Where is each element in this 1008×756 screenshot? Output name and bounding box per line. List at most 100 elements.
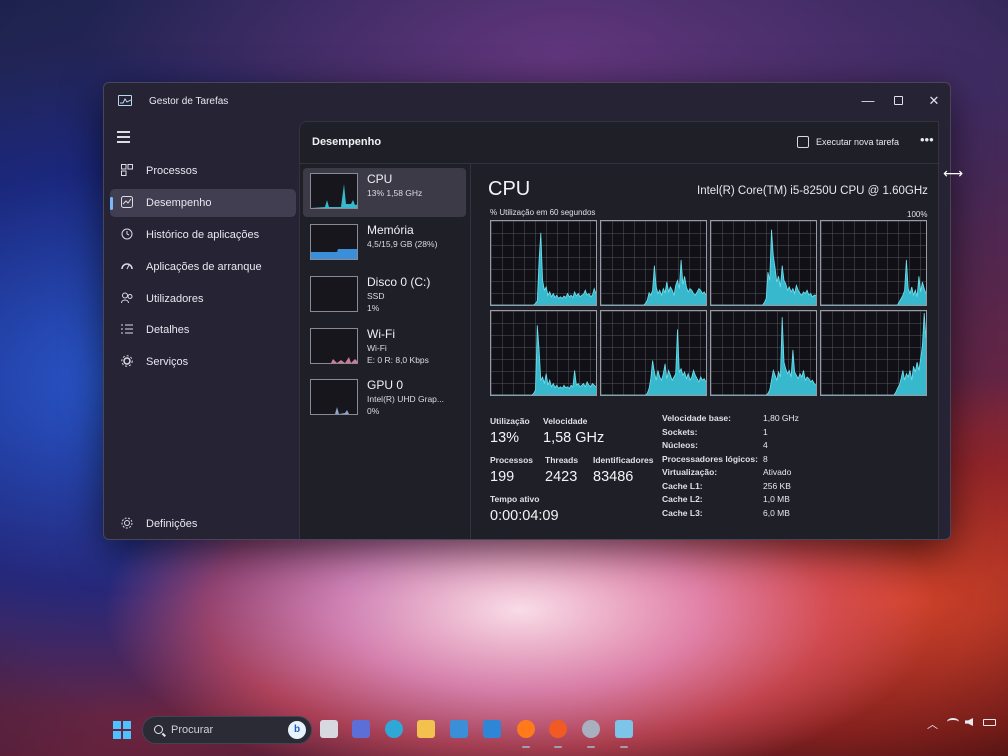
core-utilization-plot [491,232,596,305]
core-utilization-area [821,259,926,305]
services-cog-icon [120,355,134,369]
sidebar-item-desempenho[interactable]: Desempenho [110,189,296,217]
cpu-model: Intel(R) Core(TM) i5-8250U CPU @ 1.60GHz [697,185,928,197]
mail-icon[interactable] [479,716,505,742]
hamburger-menu-icon[interactable] [117,131,133,145]
minimize-icon[interactable]: — [857,92,879,110]
more-options-button[interactable]: ••• [920,132,934,147]
taskbar-search[interactable]: Procurar b [142,716,312,744]
spec-value: 4 [763,440,768,450]
resource-item-wifi[interactable]: Wi-Fi Wi-Fi E: 0 R: 8,0 Kbps [303,323,466,372]
wifi-thumbnail-graph [310,328,358,364]
resource-item-cpu[interactable]: CPU 13% 1,58 GHz [303,168,466,217]
sidebar-item-servicos[interactable]: Serviços [110,348,296,376]
sidebar-item-label: Detalhes [146,324,190,336]
handles-label: Identificadores [593,455,654,465]
resource-detail: 4,5/15,9 GB (28%) [367,239,438,249]
threads-value: 2423 [545,469,578,485]
wifi-icon[interactable] [947,718,959,726]
core-utilization-plot [821,312,926,395]
sidebar-item-label: Aplicações de arranque [146,261,262,273]
resource-detail: E: 0 R: 8,0 Kbps [367,355,429,365]
graph-max-label: 100% [907,210,928,219]
teams-meet-glyph [352,720,370,738]
cpu-core-graph-5 [600,310,707,396]
task-view-icon[interactable] [316,716,342,742]
file-explorer-icon[interactable] [413,716,439,742]
settings-gear-glyph [582,720,600,738]
spec-value: 1,0 MB [763,494,790,504]
processes-value: 199 [490,469,515,485]
performance-chart-icon [120,196,134,210]
memory-thumbnail-graph [310,224,358,260]
close-icon[interactable]: ✕ [923,92,945,110]
edge-icon[interactable] [381,716,407,742]
cpu-core-graph-7 [820,310,927,396]
resource-item-disco[interactable]: Disco 0 (C:) SSD 1% [303,271,466,320]
spec-key: Núcleos: [662,440,698,450]
sidebar-item-label: Desempenho [146,197,212,209]
sidebar-item-historico[interactable]: Histórico de aplicações [110,221,296,249]
sidebar-item-detalhes[interactable]: Detalhes [110,316,296,344]
bing-icon[interactable]: b [288,721,306,739]
processes-label: Processos [490,455,533,465]
teams-meet-icon[interactable] [348,716,374,742]
core-utilization-plot [601,259,706,305]
brave-icon[interactable] [545,716,571,748]
brave-glyph [549,720,567,738]
resource-name: CPU [367,172,393,186]
volume-icon[interactable] [965,718,973,726]
divider [300,163,940,164]
window-title: Gestor de Tarefas [149,96,229,107]
spec-value: Ativado [763,467,792,477]
cpu-core-graph-3 [820,220,927,306]
utilization-value: 13% [490,430,520,446]
store-glyph [450,720,468,738]
sidebar-item-utilizadores[interactable]: Utilizadores [110,285,296,313]
resource-detail: 1% [367,303,380,313]
start-button[interactable] [113,721,131,739]
speed-label: Velocidade [543,416,588,426]
resource-name: Wi-Fi [367,327,395,341]
tray-overflow-icon[interactable]: ︿ [927,716,938,732]
sidebar-item-processos[interactable]: Processos [110,157,296,185]
settings-gear-icon[interactable] [578,716,604,748]
resource-detail: Intel(R) UHD Grap... [367,394,444,404]
file-explorer-glyph [417,720,435,738]
maximize-icon[interactable] [888,92,910,110]
spec-key: Velocidade base: [662,413,731,423]
sidebar-item-definicoes[interactable]: Definições [110,510,296,538]
divider [470,164,471,539]
title-bar[interactable]: Gestor de Tarefas — ✕ [104,83,950,119]
resource-detail: 0% [367,406,380,416]
cpu-core-graphs [490,220,927,396]
spec-value: 1,80 GHz [763,413,799,423]
panel-header: Desempenho Executar nova tarefa ••• [300,122,940,162]
firefox-icon[interactable] [513,716,539,748]
spec-key: Processadores lógicos: [662,453,758,464]
core-utilization-area [601,329,706,395]
threads-label: Threads [545,455,579,465]
spec-value: 256 KB [763,480,791,491]
store-icon[interactable] [446,716,472,742]
cpu-core-graph-1 [600,220,707,306]
spec-key: Sockets: [662,426,698,437]
resource-item-memoria[interactable]: Memória 4,5/15,9 GB (28%) [303,219,466,268]
cpu-core-graph-2 [710,220,817,306]
core-utilization-plot [711,317,816,395]
resource-detail: Wi-Fi [367,343,387,353]
search-placeholder: Procurar [171,724,214,736]
resource-item-gpu[interactable]: GPU 0 Intel(R) UHD Grap... 0% [303,374,466,423]
firefox-glyph [517,720,535,738]
settings-gear-icon [120,517,134,531]
battery-icon[interactable] [983,719,996,726]
task-manager-icon[interactable] [611,716,637,748]
sidebar-item-arranque[interactable]: Aplicações de arranque [110,253,296,281]
utilization-label: Utilização [490,416,530,426]
cpu-core-graph-0 [490,220,597,306]
spec-key: Cache L2: [662,494,703,504]
uptime-label: Tempo ativo [490,494,540,504]
core-utilization-area [711,317,816,395]
sidebar-item-label: Serviços [146,356,189,368]
core-utilization-area [491,325,596,395]
